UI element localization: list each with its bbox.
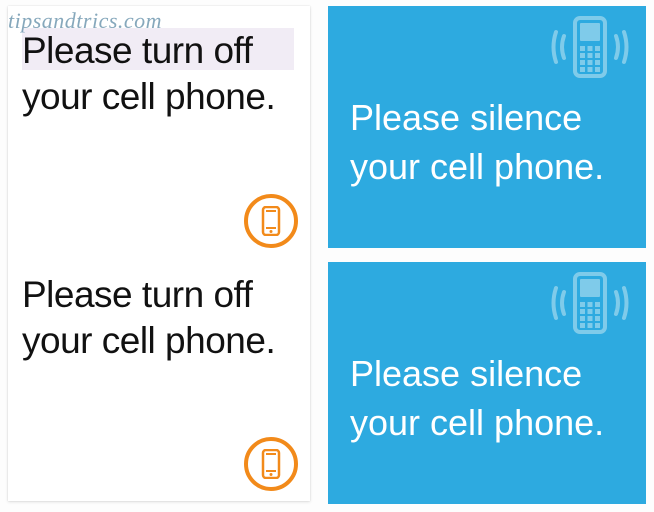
left-item-1: Please turn off your cell phone. [8, 10, 310, 254]
left-panel: Please turn off your cell phone. Please … [8, 6, 310, 501]
watermark-text: tipsandtrics.com [8, 8, 162, 34]
cellphone-icon [244, 194, 298, 248]
blue-card-2-text: Please silence your cell phone. [350, 350, 646, 447]
left-item-1-text: Please turn off your cell phone. [22, 28, 294, 121]
right-panel: Please silence your cell phone. [328, 6, 646, 506]
blue-card-1: Please silence your cell phone. [328, 6, 646, 248]
left-item-2-text: Please turn off your cell phone. [22, 272, 294, 365]
phone-vibrate-icon [542, 268, 638, 343]
left-item-2: Please turn off your cell phone. [8, 254, 310, 498]
cellphone-icon [244, 437, 298, 491]
layout-container: Please turn off your cell phone. Please … [0, 0, 654, 512]
blue-card-1-text: Please silence your cell phone. [350, 94, 646, 191]
phone-vibrate-icon [542, 12, 638, 87]
blue-card-2: Please silence your cell phone. [328, 262, 646, 504]
